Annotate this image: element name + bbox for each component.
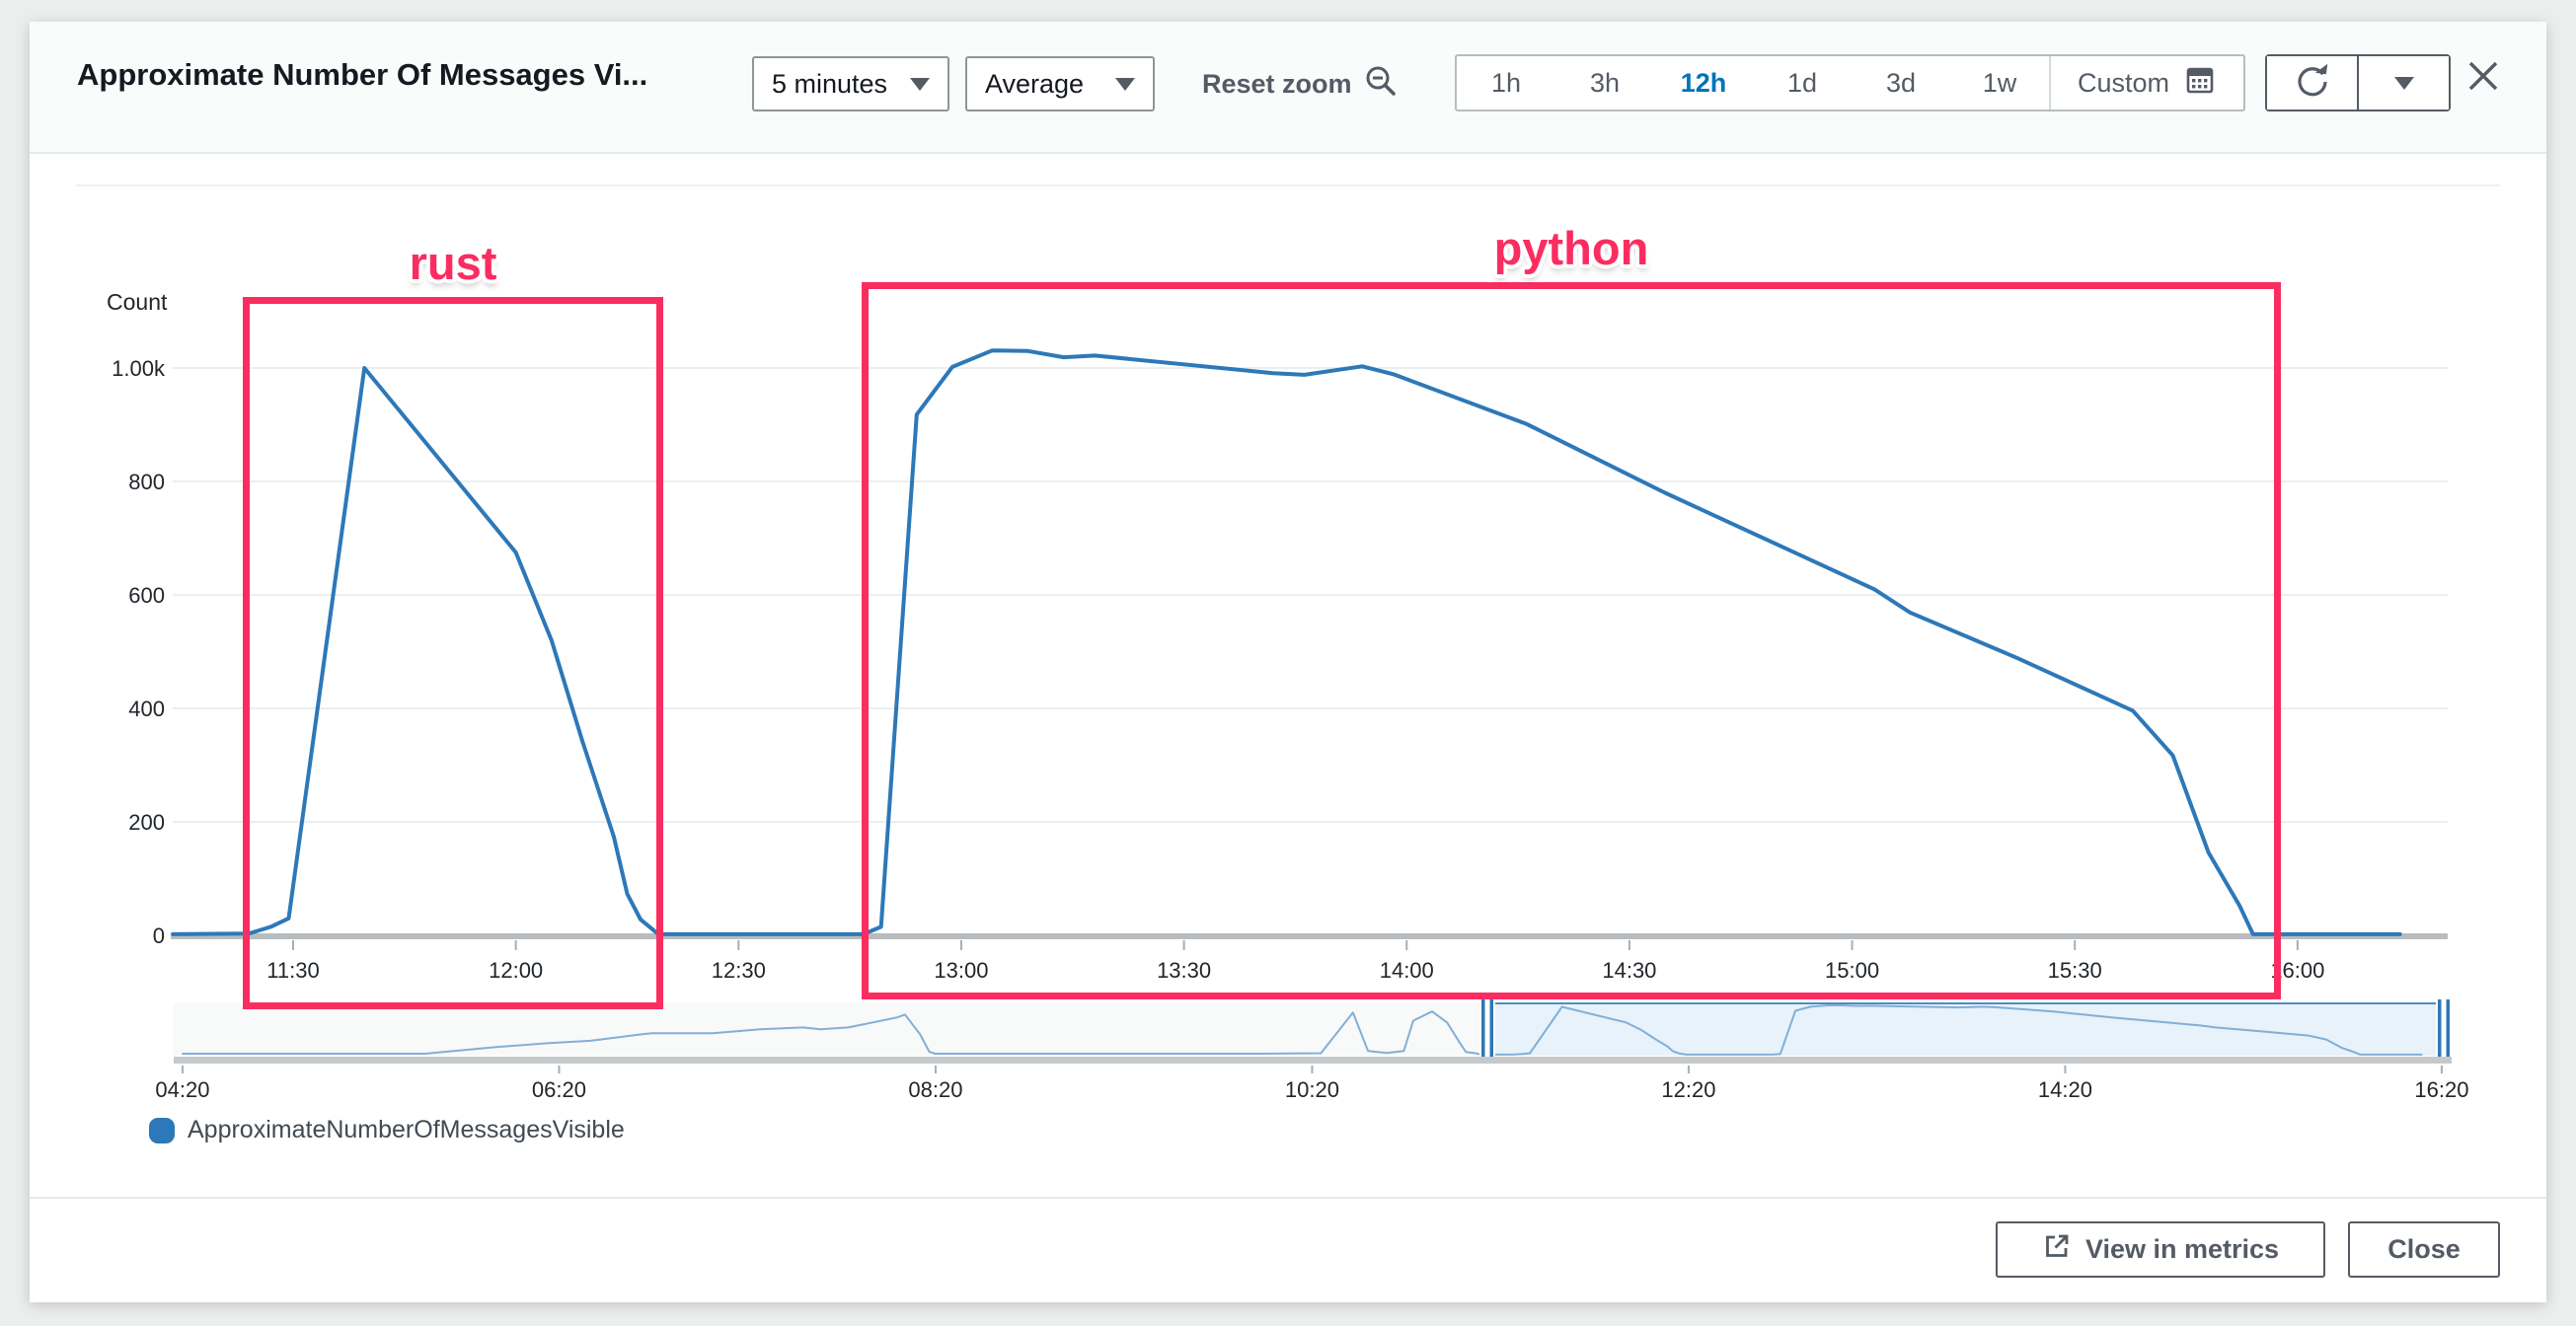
svg-text:15:00: 15:00 (1825, 958, 1879, 983)
external-link-icon (2042, 1231, 2072, 1268)
time-range-3h[interactable]: 3h (1555, 56, 1654, 110)
svg-text:16:00: 16:00 (2270, 958, 2324, 983)
statistic-select[interactable]: Average (965, 56, 1155, 111)
annotation-box-rust: rust (243, 297, 663, 1009)
annotation-label-rust: rust (410, 236, 497, 290)
annotation-box-python: python (862, 282, 2281, 999)
dialog-header: Approximate Number Of Messages Vi... 5 m… (30, 22, 2546, 154)
svg-text:200: 200 (128, 810, 165, 835)
y-axis-title: Count (107, 289, 167, 316)
svg-text:10:20: 10:20 (1285, 1077, 1339, 1102)
svg-text:04:20: 04:20 (155, 1077, 209, 1102)
refresh-icon (2295, 64, 2330, 103)
legend-item[interactable]: ApproximateNumberOfMessagesVisible (149, 1116, 625, 1144)
svg-text:14:00: 14:00 (1380, 958, 1434, 983)
brush-selection[interactable] (1487, 1002, 2444, 1056)
metric-dialog: 0 200 400 600 800 1.00k 11:30 12:00 12:30 13:00 13… (30, 22, 2546, 1302)
main-series-line (173, 350, 2400, 934)
period-select-value: 5 minutes (772, 69, 887, 100)
svg-text:14:20: 14:20 (2038, 1077, 2092, 1102)
time-range-1w[interactable]: 1w (1950, 56, 2049, 110)
legend-color-marker (149, 1118, 175, 1143)
statistic-select-value: Average (985, 69, 1084, 100)
chevron-down-icon (910, 78, 930, 91)
time-range-custom[interactable]: Custom (2049, 56, 2243, 110)
close-button[interactable]: Close (2348, 1221, 2500, 1278)
view-in-metrics-button[interactable]: View in metrics (1996, 1221, 2325, 1278)
custom-label: Custom (2078, 68, 2169, 99)
refresh-button-group (2265, 54, 2451, 111)
svg-text:12:20: 12:20 (1661, 1077, 1715, 1102)
annotation-label-python: python (1494, 221, 1649, 275)
brush-series-line (182, 1005, 2422, 1055)
reset-zoom-label: Reset zoom (1202, 69, 1352, 100)
brush-handle-left[interactable] (1479, 999, 1495, 1057)
calendar-icon (2183, 63, 2217, 104)
view-in-metrics-label: View in metrics (2085, 1234, 2279, 1265)
legend-label: ApproximateNumberOfMessagesVisible (188, 1116, 625, 1144)
close-button-label: Close (2387, 1234, 2461, 1265)
reset-zoom-button[interactable]: Reset zoom (1202, 56, 1400, 111)
refresh-button[interactable] (2267, 56, 2357, 110)
svg-text:16:20: 16:20 (2414, 1077, 2468, 1102)
svg-text:14:30: 14:30 (1602, 958, 1656, 983)
svg-text:11:30: 11:30 (266, 958, 319, 983)
svg-text:15:30: 15:30 (2048, 958, 2102, 983)
time-range-control: 1h 3h 12h 1d 3d 1w Custom (1455, 54, 2245, 111)
time-range-12h[interactable]: 12h (1654, 56, 1753, 110)
svg-text:13:00: 13:00 (934, 958, 988, 983)
period-select[interactable]: 5 minutes (752, 56, 949, 111)
time-range-1h[interactable]: 1h (1457, 56, 1555, 110)
chart-panel-top-border (76, 184, 2500, 186)
dialog-title: Approximate Number Of Messages Vi... (77, 57, 647, 93)
time-range-3d[interactable]: 3d (1852, 56, 1950, 110)
svg-text:08:20: 08:20 (908, 1077, 962, 1102)
svg-text:800: 800 (128, 470, 165, 494)
svg-text:13:30: 13:30 (1157, 958, 1211, 983)
chevron-down-icon (2394, 77, 2414, 90)
svg-text:400: 400 (128, 697, 165, 721)
svg-text:0: 0 (153, 923, 165, 948)
svg-text:06:20: 06:20 (532, 1077, 586, 1102)
brush-handle-right[interactable] (2436, 999, 2452, 1057)
dialog-footer: View in metrics Close (30, 1197, 2546, 1302)
svg-text:600: 600 (128, 583, 165, 608)
close-icon[interactable] (2464, 57, 2502, 95)
svg-text:12:30: 12:30 (712, 958, 766, 983)
chevron-down-icon (1115, 78, 1135, 91)
svg-text:1.00k: 1.00k (112, 356, 166, 381)
svg-text:12:00: 12:00 (489, 958, 543, 983)
zoom-out-icon (1364, 64, 1400, 105)
time-range-1d[interactable]: 1d (1753, 56, 1852, 110)
refresh-options-button[interactable] (2359, 56, 2449, 110)
